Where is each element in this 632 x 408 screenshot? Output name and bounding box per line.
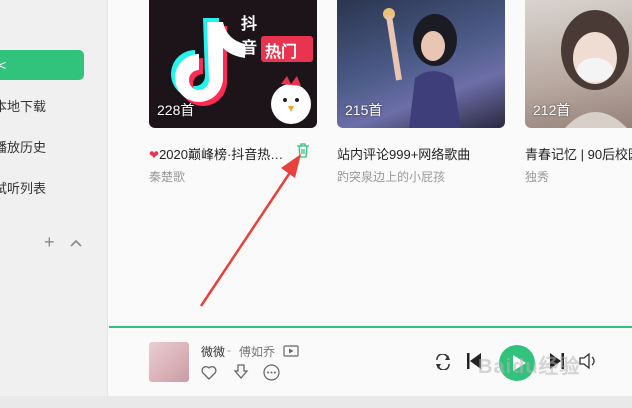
like-icon[interactable] [201,365,217,385]
sidebar: < 本地下载 播放历史 试听列表 + [0,0,108,396]
annotation-arrow-icon [199,154,301,307]
watermark: Baidu经验 [478,356,581,378]
collapse-icon[interactable] [70,232,82,253]
more-icon[interactable] [263,364,280,386]
add-icon[interactable]: + [44,232,55,253]
title-separator: - [227,343,231,357]
song-title[interactable]: 微微 [201,343,225,360]
window-bottom-edge [0,396,632,408]
volume-icon[interactable] [579,352,597,374]
now-playing-cover[interactable] [149,342,189,382]
download-icon[interactable] [233,364,249,385]
sidebar-item-downloads[interactable]: 本地下载 [0,96,46,115]
playlist-grid: 抖 音 热门 228首 ❤2020巅峰榜·抖音热… 秦楚歌 215首 站内评论9… [109,0,632,326]
sidebar-item-history[interactable]: 播放历史 [0,137,46,156]
sidebar-item-trial-list[interactable]: 试听列表 [0,178,46,197]
sidebar-item-active[interactable]: < [0,50,84,80]
mv-icon[interactable] [283,344,299,362]
repeat-icon[interactable] [434,353,452,375]
artist-name[interactable]: 傅如乔 [239,343,275,360]
